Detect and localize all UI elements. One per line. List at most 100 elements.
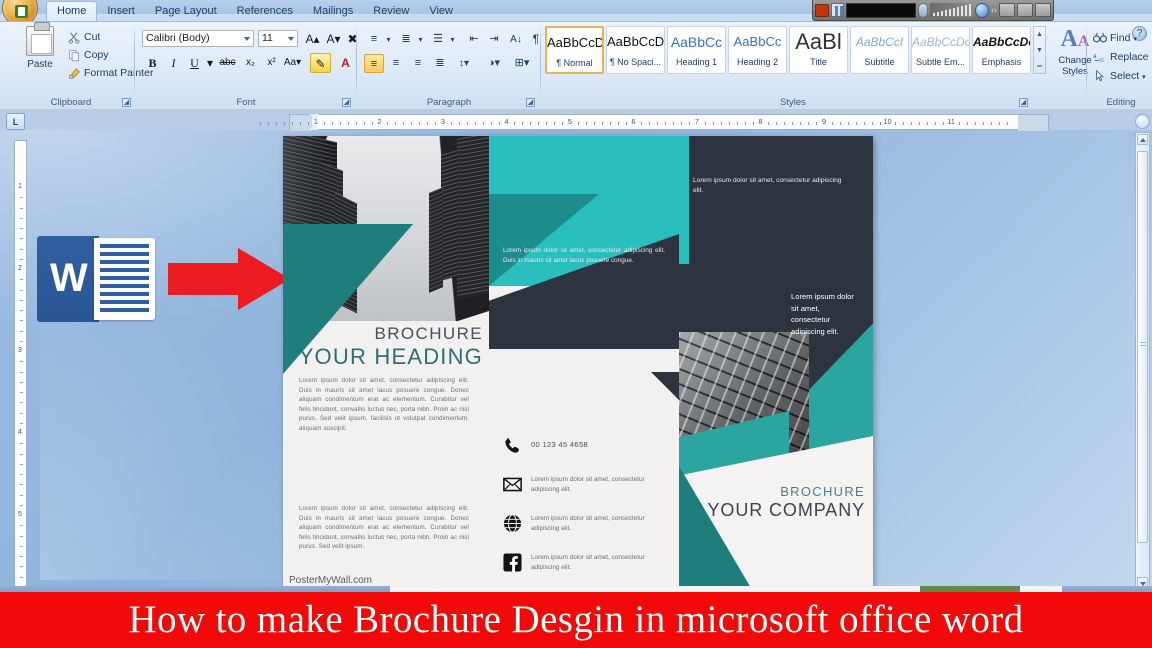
fullscreen-button[interactable] <box>1017 3 1034 17</box>
tab-page-layout[interactable]: Page Layout <box>145 2 227 22</box>
style-title[interactable]: AaBl Title <box>789 26 848 74</box>
text-highlight-color-button[interactable]: ✎ <box>310 53 331 73</box>
underline-dropdown[interactable]: ▾ <box>205 53 215 73</box>
justify-button[interactable]: ≣ <box>430 54 450 73</box>
style-emphasis[interactable]: AaBbCcDc Emphasis <box>972 26 1031 74</box>
tab-home[interactable]: Home <box>46 1 98 22</box>
shading-button[interactable]: ◑▾ <box>484 54 504 73</box>
scroll-up-button[interactable] <box>1137 134 1148 145</box>
italic-button[interactable]: I <box>163 53 184 73</box>
style-heading-1[interactable]: AaBbCс Heading 1 <box>667 26 726 74</box>
ruler-tick <box>720 122 722 125</box>
vertical-ruler-number: 5 <box>18 511 22 518</box>
styles-more-icon[interactable]: ═ <box>1034 59 1045 75</box>
ruler-number: 7 <box>694 117 700 126</box>
paragraph-dialog-launcher[interactable]: ◢ <box>526 98 535 107</box>
record-button[interactable] <box>974 2 990 18</box>
left-indent-marker[interactable] <box>309 124 319 130</box>
sort-button[interactable]: A↓ <box>506 30 526 49</box>
style-normal[interactable]: AaBbCcDc ¶ Normal <box>545 26 604 74</box>
font-dialog-launcher[interactable]: ◢ <box>342 98 351 107</box>
tab-selector-button[interactable]: L <box>6 113 25 130</box>
replace-button[interactable]: a ab Replace <box>1093 49 1148 65</box>
line-spacing-button[interactable]: ↕▾ <box>454 54 474 73</box>
subscript-button[interactable]: x₂ <box>240 53 261 73</box>
ruler-tick <box>450 122 452 125</box>
chevron-down-icon[interactable] <box>244 37 250 41</box>
ruler-tick <box>403 122 405 125</box>
screen-recorder-toolbar[interactable]: ‹› <box>812 0 1054 21</box>
font-size-input[interactable]: 11 <box>258 30 298 47</box>
multilevel-list-button[interactable]: ☰ <box>428 30 448 49</box>
tab-references[interactable]: References <box>227 2 303 22</box>
font-name-input[interactable]: Calibri (Body) <box>142 30 254 47</box>
multilevel-list-dropdown[interactable]: ▾ <box>448 30 457 49</box>
tab-review[interactable]: Review <box>363 2 419 22</box>
resize-button[interactable]: ‹› <box>991 5 997 15</box>
bullets-button[interactable]: ≡ <box>364 30 384 49</box>
style-no-spacing[interactable]: AaBbCcDc ¶ No Spaci... <box>606 26 665 74</box>
styles-gallery-scrollbar[interactable]: ▲ ▼ ═ <box>1033 26 1046 74</box>
vertical-scrollbar[interactable] <box>1135 132 1150 590</box>
bullets-dropdown[interactable]: ▾ <box>384 30 393 49</box>
align-center-button[interactable]: ≡ <box>386 54 406 73</box>
scroll-down-icon[interactable]: ▼ <box>1034 43 1045 59</box>
pause-button[interactable] <box>831 3 845 17</box>
ruler-tick <box>260 122 262 125</box>
font-size-value: 11 <box>262 32 273 44</box>
superscript-button[interactable]: x² <box>261 53 282 73</box>
styles-dialog-launcher[interactable]: ◢ <box>1019 98 1028 107</box>
cut-button[interactable]: Cut <box>68 30 100 45</box>
first-line-indent-marker[interactable] <box>309 114 319 120</box>
increase-indent-button[interactable]: ⇥ <box>484 30 504 49</box>
region-button[interactable] <box>999 3 1016 17</box>
style-label: Heading 1 <box>675 57 718 67</box>
tab-view[interactable]: View <box>419 2 463 22</box>
tab-insert[interactable]: Insert <box>97 2 145 22</box>
align-left-button[interactable]: ≡ <box>364 54 384 73</box>
scroll-up-icon[interactable]: ▲ <box>1034 27 1045 43</box>
chevron-down-icon[interactable] <box>288 37 294 41</box>
vertical-ruler[interactable]: 1 2 3 4 5 <box>14 140 27 590</box>
decrease-indent-button[interactable]: ⇤ <box>464 30 484 49</box>
shrink-font-button[interactable]: A▾ <box>323 29 344 49</box>
left-body-2: Lorem ipsum dolor sit amet, consectetur … <box>299 505 469 551</box>
chevron-down-icon[interactable]: ▾ <box>1142 74 1146 81</box>
copy-button[interactable]: Copy <box>68 48 109 63</box>
style-subtitle[interactable]: AaBbCcI Subtitle <box>850 26 909 74</box>
clipboard-dialog-launcher[interactable]: ◢ <box>122 98 131 107</box>
paste-button[interactable]: Paste <box>18 22 62 70</box>
horizontal-ruler[interactable]: 1 2 3 4 5 6 7 8 9 10 11 <box>260 114 1049 131</box>
change-case-button[interactable]: Aa▾ <box>282 53 303 73</box>
vertical-ruler-number: 2 <box>18 265 22 272</box>
microphone-button[interactable] <box>917 2 928 18</box>
borders-button[interactable]: ⊞▾ <box>512 54 532 73</box>
underline-button[interactable]: U <box>184 53 205 73</box>
align-right-button[interactable]: ≡ <box>408 54 428 73</box>
select-browse-object-button[interactable] <box>1135 114 1150 129</box>
webcam-button[interactable] <box>1035 3 1052 17</box>
scrollbar-thumb[interactable] <box>1137 151 1148 543</box>
brochure-document-page[interactable]: BROCHURE YOUR HEADING Lorem ipsum dolor … <box>283 136 873 588</box>
strikethrough-button[interactable]: abc <box>217 53 238 73</box>
chevron-down-icon[interactable]: ▾ <box>1133 36 1137 43</box>
style-heading-2[interactable]: AaBbCc Heading 2 <box>728 26 787 74</box>
vertical-ruler-tick <box>20 453 23 455</box>
numbering-dropdown[interactable]: ▾ <box>416 30 425 49</box>
tab-mailings[interactable]: Mailings <box>303 2 363 22</box>
find-button[interactable]: Find ▾ <box>1093 30 1137 46</box>
grow-font-button[interactable]: A▴ <box>302 29 323 49</box>
bold-button[interactable]: B <box>142 53 163 73</box>
select-button[interactable]: Select ▾ <box>1093 68 1146 84</box>
svg-text:a: a <box>1093 54 1097 60</box>
stop-record-button[interactable] <box>815 3 830 17</box>
ruler-number: 8 <box>758 117 763 126</box>
ruler-tick <box>593 122 595 125</box>
volume-meter <box>929 3 973 17</box>
clear-formatting-button[interactable]: ✖ <box>344 29 361 49</box>
ruler-tick <box>355 122 357 125</box>
font-color-button[interactable]: A <box>335 53 356 73</box>
red-right-arrow-icon <box>168 248 290 310</box>
style-subtle-emphasis[interactable]: AaBbCcDc Subtle Em... <box>911 26 970 74</box>
numbering-button[interactable]: ≣ <box>396 30 416 49</box>
